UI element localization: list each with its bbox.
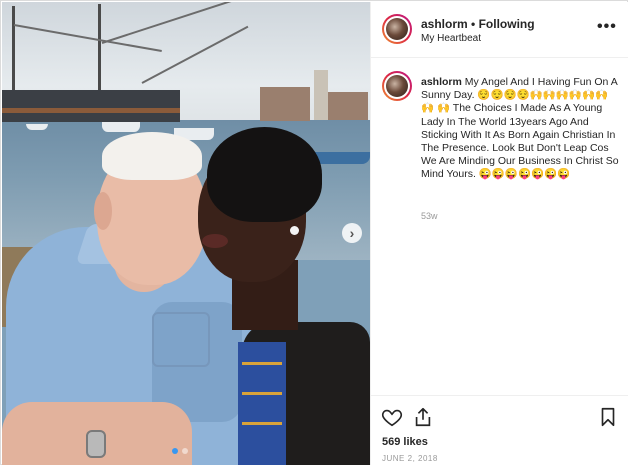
bookmark-icon[interactable] bbox=[597, 406, 619, 428]
location-link[interactable]: My Heartbeat bbox=[421, 33, 481, 44]
heart-icon[interactable] bbox=[381, 406, 403, 428]
woman-lips bbox=[202, 234, 228, 248]
dress-pattern bbox=[242, 392, 282, 395]
caption-username[interactable]: ashlorm bbox=[421, 76, 462, 88]
chevron-right-icon[interactable]: › bbox=[342, 223, 362, 243]
avatar[interactable] bbox=[382, 14, 412, 44]
username-link[interactable]: ashlorm bbox=[421, 17, 468, 31]
post-caption: ashlorm My Angel And I Having Fun On A S… bbox=[421, 76, 621, 182]
harbor-building bbox=[260, 87, 310, 121]
boat bbox=[26, 124, 48, 130]
post-header: ashlorm • Following My Heartbeat ••• bbox=[371, 2, 628, 58]
man-hair bbox=[102, 132, 202, 180]
instagram-post-window: › ashlorm • Following My Heartbeat ••• a… bbox=[0, 0, 628, 465]
avatar-image bbox=[386, 75, 408, 97]
caption-avatar[interactable] bbox=[382, 71, 412, 101]
likes-count[interactable]: 569 likes bbox=[382, 436, 428, 448]
post-side-panel: ashlorm • Following My Heartbeat ••• ash… bbox=[370, 2, 628, 465]
header-username-row: ashlorm • Following bbox=[421, 17, 535, 31]
carousel-dot[interactable] bbox=[182, 448, 188, 454]
shirt-pocket bbox=[152, 312, 210, 367]
dress-pattern bbox=[242, 362, 282, 365]
boat bbox=[102, 122, 140, 132]
woman-hair bbox=[207, 127, 322, 222]
woman-dress bbox=[238, 342, 286, 465]
post-date: JUNE 2, 2018 bbox=[382, 454, 438, 463]
blue-boat bbox=[314, 152, 370, 164]
more-options-icon[interactable]: ••• bbox=[597, 18, 617, 36]
dress-pattern bbox=[242, 422, 282, 425]
avatar-image bbox=[386, 18, 408, 40]
post-photo[interactable]: › bbox=[2, 2, 370, 465]
ship-mast bbox=[98, 4, 101, 92]
harbor-tower bbox=[314, 70, 328, 120]
ship-hull bbox=[2, 90, 180, 122]
separator: • bbox=[471, 17, 476, 31]
earring bbox=[290, 226, 299, 235]
ship-stripe bbox=[2, 108, 180, 113]
wristwatch bbox=[86, 430, 106, 458]
share-icon[interactable] bbox=[412, 406, 434, 428]
ship-mast bbox=[12, 6, 15, 92]
caption-text: My Angel And I Having Fun On A Sunny Day… bbox=[421, 76, 619, 181]
action-bar: 569 likes JUNE 2, 2018 bbox=[371, 395, 628, 465]
carousel-dots bbox=[172, 448, 188, 454]
carousel-dot-active bbox=[172, 448, 178, 454]
follow-button[interactable]: Following bbox=[479, 17, 535, 31]
man-ear bbox=[94, 192, 112, 230]
harbor-building bbox=[328, 92, 368, 120]
caption-timestamp[interactable]: 53w bbox=[421, 211, 438, 221]
